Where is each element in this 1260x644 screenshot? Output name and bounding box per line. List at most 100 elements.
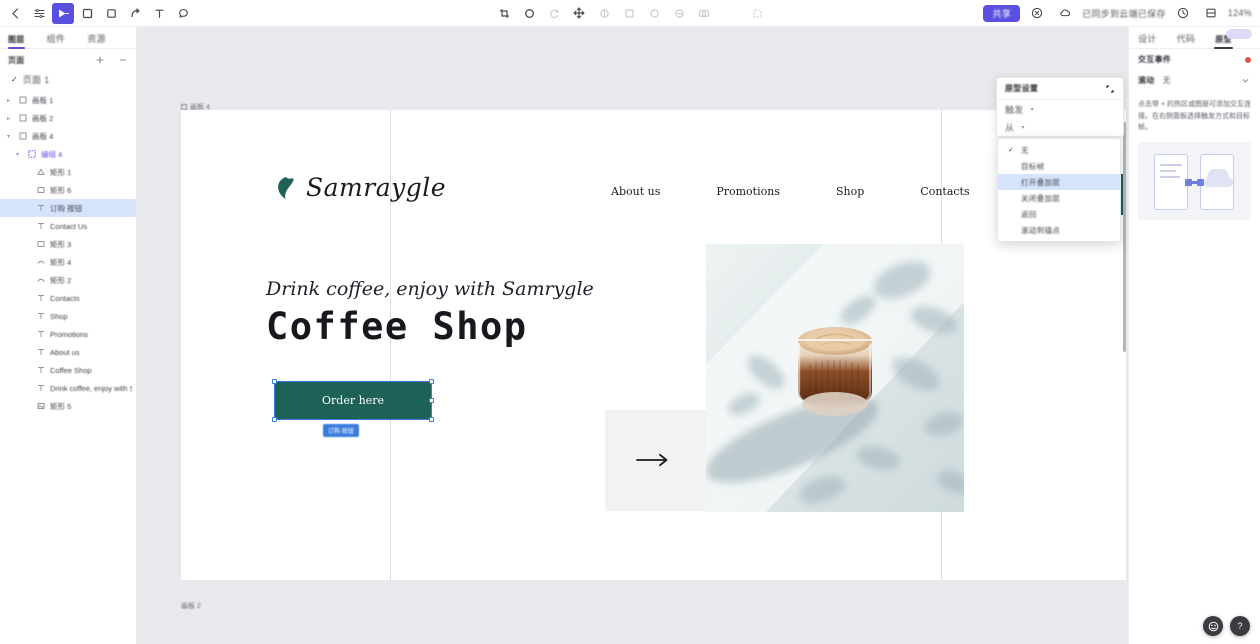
layer-caret-icon[interactable]: ▾ — [4, 133, 13, 140]
diagram-node-left — [1185, 179, 1192, 186]
nav-link-about[interactable]: About us — [611, 185, 660, 198]
text-icon — [35, 384, 46, 392]
menu-item[interactable]: 返回 — [998, 206, 1120, 222]
layer-row[interactable]: Contacts — [0, 289, 136, 307]
tab-layers[interactable]: 图层 — [8, 34, 25, 48]
rectangle-icon[interactable] — [100, 3, 122, 24]
save-icon[interactable] — [1200, 3, 1222, 24]
back-chevron-icon[interactable] — [4, 3, 26, 24]
pen-icon[interactable] — [124, 3, 146, 24]
layer-row[interactable]: Shop — [0, 307, 136, 325]
present-icon[interactable] — [1026, 3, 1048, 24]
text-icon[interactable] — [148, 3, 170, 24]
chevron-icon[interactable] — [117, 55, 128, 66]
site-logo[interactable]: Samraygle — [275, 173, 446, 202]
interaction-row[interactable]: 交互事件 — [1129, 49, 1260, 70]
order-here-button[interactable]: Order here — [275, 382, 431, 419]
popover-from-row[interactable]: 从 ▾ — [997, 118, 1123, 136]
coffee-photo[interactable] — [706, 244, 964, 512]
canvas-scrollbar[interactable] — [1123, 122, 1126, 352]
comment-icon[interactable] — [172, 3, 194, 24]
layer-label: 画板 1 — [32, 95, 53, 106]
cloud-icon[interactable] — [1054, 3, 1076, 24]
scroll-row[interactable]: 滚动 无 — [1129, 70, 1260, 91]
menu-icon[interactable] — [28, 3, 50, 24]
layer-row[interactable]: 矩形 3 — [0, 235, 136, 253]
tab-design[interactable]: 设计 — [1138, 32, 1157, 48]
layer-caret-icon[interactable]: ▾ — [13, 151, 22, 158]
rect-icon — [35, 240, 46, 248]
layer-row[interactable]: 矩形 2 — [0, 271, 136, 289]
pages-section-actions — [94, 55, 128, 66]
layer-row[interactable]: About us — [0, 343, 136, 361]
scroll-chevron-down-icon[interactable] — [1240, 75, 1251, 86]
layer-row[interactable]: ▾画板 4 — [0, 127, 136, 145]
expand-icon[interactable] — [1104, 83, 1115, 94]
crop-icon[interactable] — [493, 3, 515, 24]
menu-item-label: 打开叠加层 — [1021, 177, 1060, 188]
menu-item[interactable]: 目标帧 — [998, 158, 1120, 174]
mask-icon[interactable] — [746, 3, 768, 24]
prototype-settings-popover[interactable]: 原型设置 触发 ▾ 从 ▾ ✓无目标帧打开叠加层关闭叠加层返回滚动到锚点 — [996, 77, 1124, 137]
tab-code[interactable]: 代码 — [1177, 32, 1196, 48]
frame-icon[interactable] — [76, 3, 98, 24]
popover-trigger-row[interactable]: 触发 ▾ — [997, 100, 1123, 118]
align-left-icon[interactable] — [593, 3, 615, 24]
menu-item[interactable]: 关闭叠加层 — [998, 190, 1120, 206]
design-canvas[interactable]: 画板 4 Samraygle — [137, 27, 1128, 644]
align-center-icon[interactable] — [618, 3, 640, 24]
scroll-label: 滚动 — [1138, 75, 1155, 86]
group-icon[interactable] — [693, 3, 715, 24]
nav-link-shop[interactable]: Shop — [836, 185, 864, 198]
tab-assets[interactable]: 资源 — [87, 32, 106, 48]
layer-row[interactable]: 矩形 4 — [0, 253, 136, 271]
align-right-icon[interactable] — [643, 3, 665, 24]
layer-tree[interactable]: ▸画板 1▸画板 2▾画板 4▾编组 4矩形 1矩形 6订购 按钮Contact… — [0, 87, 136, 644]
nav-link-contacts[interactable]: Contacts — [920, 185, 969, 198]
layer-row[interactable]: 矩形 1 — [0, 163, 136, 181]
site-nav-links: About us Promotions Shop Contacts — [611, 185, 970, 198]
support-chat-button[interactable] — [1203, 616, 1223, 636]
layer-label: 矩形 2 — [50, 275, 71, 286]
menu-item[interactable]: 滚动到锚点 — [998, 222, 1120, 238]
layer-caret-icon[interactable]: ▸ — [4, 115, 13, 122]
artboard-4[interactable]: Samraygle About us Promotions Shop Conta… — [181, 110, 1126, 580]
distribute-icon[interactable] — [668, 3, 690, 24]
ellipse-icon[interactable] — [518, 3, 540, 24]
layer-row[interactable]: 订购 按钮 — [0, 199, 136, 217]
layer-row[interactable]: ▾编组 4 — [0, 145, 136, 163]
layer-row[interactable]: 矩形 5 — [0, 397, 136, 415]
frame-label-bottom[interactable]: 画板 2 — [181, 601, 201, 611]
menu-item[interactable]: 打开叠加层 — [998, 174, 1120, 190]
help-button[interactable]: ? — [1230, 616, 1250, 636]
layer-row[interactable]: Coffee Shop — [0, 361, 136, 379]
move-icon[interactable] — [568, 3, 590, 24]
share-button[interactable]: 共享 — [983, 5, 1020, 22]
layer-row[interactable]: Contact Us — [0, 217, 136, 235]
left-panel: 图层 组件 资源 页面 — [0, 27, 137, 644]
page-item[interactable]: ✓ 页面 1 — [0, 71, 136, 87]
menu-item-label: 返回 — [1021, 209, 1037, 220]
menu-item[interactable]: ✓无 — [998, 142, 1120, 158]
action-type-menu[interactable]: ✓无目标帧打开叠加层关闭叠加层返回滚动到锚点 — [997, 138, 1121, 242]
popover-from-label: 从 — [1005, 121, 1014, 134]
layer-row[interactable]: ▸ 画板 1 — [0, 91, 136, 109]
layer-row[interactable]: Drink coffee, enjoy with Sa — [0, 379, 136, 397]
rotate-icon[interactable] — [543, 3, 565, 24]
tab-code-label: 代码 — [1177, 34, 1196, 44]
layer-row[interactable]: Promotions — [0, 325, 136, 343]
layer-label: 矩形 5 — [50, 401, 71, 412]
layer-caret-icon[interactable]: ▸ — [4, 97, 13, 104]
page-check-icon: ✓ — [11, 75, 18, 84]
nav-link-promotions[interactable]: Promotions — [716, 185, 780, 198]
pages-section-header: 页面 — [0, 49, 136, 71]
history-icon[interactable] — [1172, 3, 1194, 24]
layer-row[interactable]: ▸画板 2 — [0, 109, 136, 127]
play-prototype-icon[interactable] — [52, 3, 74, 24]
layer-label: 矩形 3 — [50, 239, 71, 250]
zoom-level-label: 124% — [1228, 8, 1252, 18]
tab-layers-label: 图层 — [8, 35, 25, 44]
tab-components[interactable]: 组件 — [47, 32, 66, 48]
layer-row[interactable]: 矩形 6 — [0, 181, 136, 199]
plus-icon[interactable] — [94, 55, 105, 66]
